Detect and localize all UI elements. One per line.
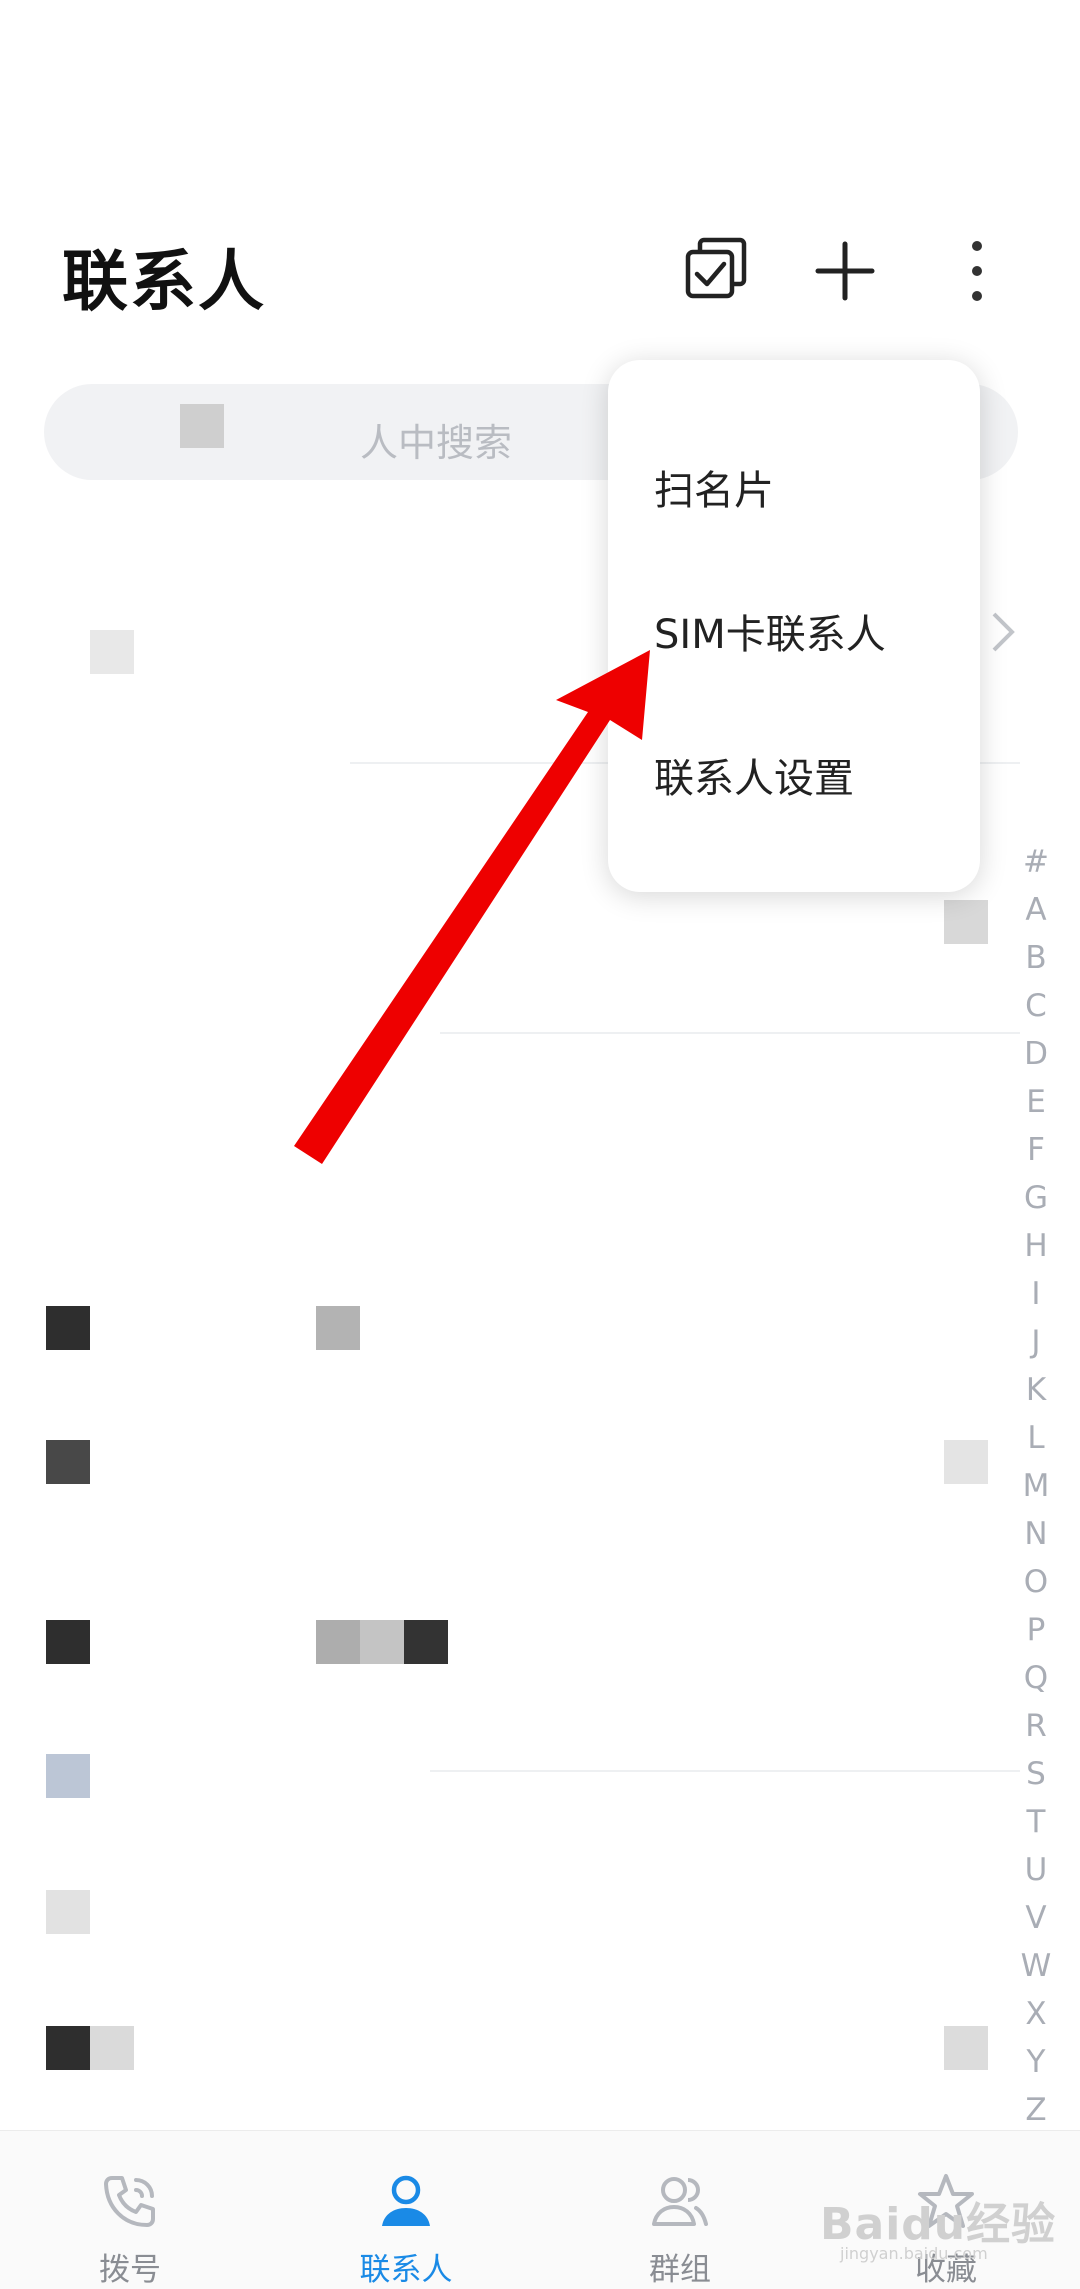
avatar [90, 630, 134, 674]
overflow-menu: 扫名片 SIM卡联系人 联系人设置 [608, 360, 980, 892]
index-letter[interactable]: V [1012, 1894, 1060, 1942]
list-item-avatar[interactable] [46, 1754, 90, 1798]
index-letter[interactable]: L [1012, 1414, 1060, 1462]
index-letter[interactable]: D [1012, 1030, 1060, 1078]
index-letter[interactable]: K [1012, 1366, 1060, 1414]
list-item-thumb [944, 2026, 988, 2070]
list-item-name[interactable] [316, 1306, 360, 1350]
index-letter[interactable]: W [1012, 1942, 1060, 1990]
list-item-avatar[interactable] [46, 1306, 90, 1350]
alphabet-index[interactable]: # A B C D E F G H I J K L M N O P Q R S T U V W X Y Z [1012, 838, 1060, 2134]
index-letter[interactable]: Z [1012, 2086, 1060, 2134]
list-item-name[interactable] [316, 1620, 360, 1664]
search-icon [180, 404, 224, 448]
menu-item-sim-contacts[interactable]: SIM卡联系人 [654, 602, 886, 660]
index-letter[interactable]: Q [1012, 1654, 1060, 1702]
multi-select-icon[interactable] [682, 236, 752, 306]
contact-thumb [944, 900, 988, 944]
list-item-name[interactable] [404, 1620, 448, 1664]
page-title: 联系人 [62, 243, 266, 320]
divider [430, 1770, 1020, 1772]
index-letter[interactable]: X [1012, 1990, 1060, 2038]
list-item-avatar[interactable] [46, 1440, 90, 1484]
index-letter[interactable]: H [1012, 1222, 1060, 1270]
index-letter[interactable]: N [1012, 1510, 1060, 1558]
index-letter[interactable]: A [1012, 886, 1060, 934]
more-options-icon[interactable] [942, 236, 1012, 306]
list-item-avatar[interactable] [90, 2026, 134, 2070]
index-letter[interactable]: Y [1012, 2038, 1060, 2086]
index-letter[interactable]: I [1012, 1270, 1060, 1318]
annotation-arrow [294, 650, 650, 1164]
list-item-avatar[interactable] [46, 1620, 90, 1664]
nav-contacts[interactable]: 联系人 [316, 2170, 496, 2289]
index-letter[interactable]: J [1012, 1318, 1060, 1366]
list-item-avatar[interactable] [46, 2026, 90, 2070]
index-letter[interactable]: U [1012, 1846, 1060, 1894]
watermark-sub: jingyan.baidu.com [840, 2244, 988, 2263]
index-letter[interactable]: E [1012, 1078, 1060, 1126]
list-item-name[interactable] [360, 1620, 404, 1664]
nav-groups[interactable]: 群组 [590, 2170, 770, 2289]
index-letter[interactable]: M [1012, 1462, 1060, 1510]
nav-dial-label: 拨号 [99, 2252, 161, 2288]
group-icon [652, 2177, 708, 2226]
index-letter[interactable]: T [1012, 1798, 1060, 1846]
nav-contacts-label: 联系人 [359, 2252, 453, 2288]
index-letter[interactable]: G [1012, 1174, 1060, 1222]
add-contact-icon[interactable] [810, 236, 880, 306]
list-item-avatar[interactable] [46, 1890, 90, 1934]
index-letter[interactable]: R [1012, 1702, 1060, 1750]
index-letter[interactable]: # [1012, 838, 1060, 886]
index-letter[interactable]: O [1012, 1558, 1060, 1606]
index-letter[interactable]: B [1012, 934, 1060, 982]
nav-groups-label: 群组 [649, 2252, 711, 2288]
menu-item-contact-settings[interactable]: 联系人设置 [654, 746, 854, 804]
index-letter[interactable]: F [1012, 1126, 1060, 1174]
index-letter[interactable]: P [1012, 1606, 1060, 1654]
person-icon [382, 2175, 430, 2226]
menu-item-scan-card[interactable]: 扫名片 [654, 458, 774, 516]
index-letter[interactable]: S [1012, 1750, 1060, 1798]
search-placeholder: 人中搜索 [360, 421, 513, 465]
phone-icon [104, 2176, 155, 2227]
watermark: Baidu经验 [820, 2199, 1057, 2250]
list-item-thumb [944, 1440, 988, 1484]
chevron-right-icon[interactable] [988, 610, 1018, 654]
divider [440, 1032, 1020, 1034]
nav-dial[interactable]: 拨号 [40, 2170, 220, 2289]
index-letter[interactable]: C [1012, 982, 1060, 1030]
